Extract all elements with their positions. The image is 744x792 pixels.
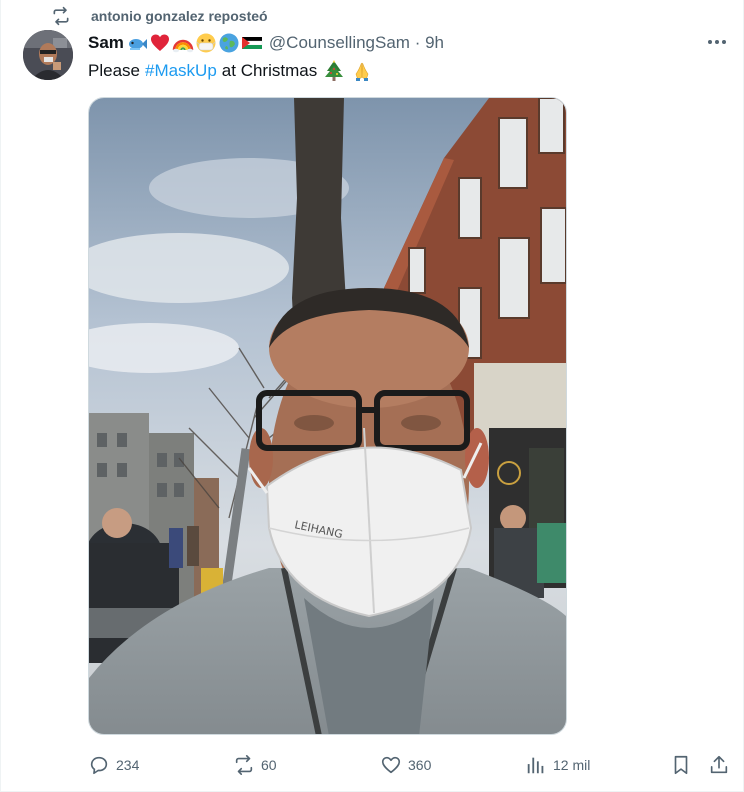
bookmark-button[interactable] [670, 750, 692, 780]
views-count: 12 mil [553, 757, 591, 773]
author-emojis [125, 32, 263, 54]
palestine-flag-emoji [241, 37, 263, 49]
views-button[interactable]: 12 mil [525, 750, 590, 780]
bookmark-icon [674, 755, 688, 775]
repost-button[interactable]: 60 [233, 750, 277, 780]
tweet-text-after: at Christmas [221, 61, 318, 80]
face-with-medical-mask-emoji [196, 33, 216, 53]
hashtag-link[interactable]: #MaskUp [145, 61, 217, 81]
tweet-photo[interactable]: LEIHANG [88, 97, 567, 735]
avatar[interactable] [23, 30, 73, 80]
author-name[interactable]: Sam [88, 33, 124, 53]
christmas-tree-emoji [325, 60, 344, 81]
like-button[interactable]: 360 [380, 750, 431, 780]
like-count: 360 [408, 757, 432, 773]
tweet-text-before: Please [88, 61, 140, 80]
red-heart-emoji [150, 34, 169, 51]
rainbow-emoji [172, 39, 194, 53]
globe-emoji [219, 33, 239, 53]
reply-icon [90, 756, 108, 775]
share-icon [710, 755, 728, 774]
views-icon [527, 757, 544, 774]
repost-icon [235, 755, 253, 775]
share-button[interactable] [708, 750, 730, 780]
author-handle-and-time[interactable]: @CounsellingSam · 9h [269, 33, 444, 53]
reply-button[interactable]: 234 [88, 750, 139, 780]
more-icon [708, 40, 726, 44]
repost-count: 60 [261, 757, 277, 773]
like-icon [381, 756, 401, 774]
repost-icon [53, 6, 69, 26]
tweet-card[interactable]: antonio gonzalez reposteó Sam @Counselli… [0, 0, 744, 792]
reply-count: 234 [116, 757, 140, 773]
tweet-text: Please #MaskUp at Christmas [88, 60, 373, 82]
fish-emoji [128, 39, 147, 50]
more-options-button[interactable] [705, 32, 729, 52]
selfie-photo: LEIHANG [89, 98, 566, 734]
tweet-actions: 234 60 360 12 mil [88, 750, 734, 780]
tweet-header: Sam @CounsellingSam · 9h [88, 32, 444, 54]
folded-hands-emoji [355, 62, 369, 81]
repost-label[interactable]: antonio gonzalez reposteó [91, 8, 268, 24]
repost-context: antonio gonzalez reposteó [51, 6, 268, 26]
